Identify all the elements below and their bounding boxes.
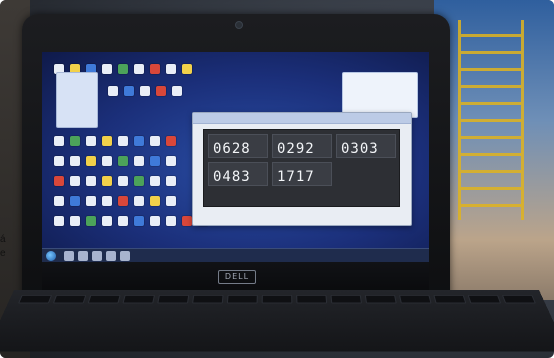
desktop-icon[interactable] xyxy=(166,176,176,186)
desktop-icon[interactable] xyxy=(118,136,128,146)
taskbar-app-icon[interactable] xyxy=(92,251,102,261)
desktop-icon[interactable] xyxy=(54,136,64,146)
counter-value: 0628 xyxy=(213,141,251,157)
side-text: á e xyxy=(0,233,6,261)
keyboard-key xyxy=(226,294,258,304)
side-text-line-2: e xyxy=(0,248,6,259)
keyboard-key xyxy=(296,294,328,304)
desktop-icon[interactable] xyxy=(86,176,96,186)
desktop-icon[interactable] xyxy=(118,216,128,226)
desktop-icon[interactable] xyxy=(54,216,64,226)
counter-panel: 0628 0292 0303 0483 1717 xyxy=(203,129,400,207)
desktop-icon[interactable] xyxy=(150,176,160,186)
keyboard-key xyxy=(157,294,190,304)
keyboard-key xyxy=(330,294,362,304)
desktop-icon[interactable] xyxy=(70,156,80,166)
desktop-icon[interactable] xyxy=(150,156,160,166)
photo-scene: 0628 0292 0303 0483 1717 DELL xyxy=(0,0,554,358)
desktop-icon[interactable] xyxy=(118,176,128,186)
desktop-icon[interactable] xyxy=(166,64,176,74)
keyboard-key xyxy=(433,294,467,304)
desktop-icon[interactable] xyxy=(150,64,160,74)
desktop-icon[interactable] xyxy=(124,86,134,96)
counter-box: 0628 xyxy=(208,134,268,158)
desktop-icon[interactable] xyxy=(150,196,160,206)
desktop-icon[interactable] xyxy=(70,176,80,186)
desktop-icon[interactable] xyxy=(54,176,64,186)
counter-box: 0303 xyxy=(336,134,396,158)
laptop-keyboard xyxy=(0,290,554,352)
desktop-icon[interactable] xyxy=(134,176,144,186)
counter-box: 1717 xyxy=(272,162,332,186)
desktop-icon[interactable] xyxy=(166,196,176,206)
desktop-icon[interactable] xyxy=(70,216,80,226)
desktop-icon[interactable] xyxy=(166,136,176,146)
keyboard-key xyxy=(399,294,432,304)
keyboard-key xyxy=(364,294,397,304)
taskbar xyxy=(42,248,429,262)
desktop-icon[interactable] xyxy=(102,156,112,166)
yellow-ladder xyxy=(458,20,524,220)
desktop-icon[interactable] xyxy=(140,86,150,96)
desktop-icon[interactable] xyxy=(86,156,96,166)
counter-value: 0292 xyxy=(277,141,315,157)
desktop-icon[interactable] xyxy=(86,136,96,146)
keyboard-key xyxy=(87,294,121,304)
desktop-icon[interactable] xyxy=(70,196,80,206)
desktop-icon[interactable] xyxy=(70,136,80,146)
counter-value: 1717 xyxy=(277,169,315,185)
desktop-icon[interactable] xyxy=(86,196,96,206)
desktop-icon[interactable] xyxy=(102,64,112,74)
desktop-icon[interactable] xyxy=(166,156,176,166)
screen-bezel-bottom: DELL xyxy=(42,262,429,292)
keyboard-key xyxy=(122,294,155,304)
keyboard-key xyxy=(467,294,502,304)
desktop-icon[interactable] xyxy=(134,64,144,74)
desktop-icon[interactable] xyxy=(134,196,144,206)
keyboard-key xyxy=(501,294,536,304)
taskbar-app-icon[interactable] xyxy=(64,251,74,261)
desktop-icon[interactable] xyxy=(102,176,112,186)
keyboard-key xyxy=(52,294,87,304)
desktop-icon[interactable] xyxy=(102,196,112,206)
webcam-icon xyxy=(235,21,243,29)
counter-value: 0483 xyxy=(213,169,251,185)
start-button[interactable] xyxy=(46,251,56,261)
laptop-screen: 0628 0292 0303 0483 1717 xyxy=(42,52,429,262)
app-window[interactable]: 0628 0292 0303 0483 1717 xyxy=(192,112,412,226)
desktop-icon[interactable] xyxy=(134,216,144,226)
desktop-icon[interactable] xyxy=(118,196,128,206)
keyboard-key xyxy=(192,294,224,304)
desktop-icon[interactable] xyxy=(102,136,112,146)
desktop-icon[interactable] xyxy=(118,156,128,166)
keyboard-key xyxy=(18,294,53,304)
desktop-icon[interactable] xyxy=(150,136,160,146)
window-titlebar[interactable] xyxy=(193,113,411,124)
desktop-icon[interactable] xyxy=(134,136,144,146)
keyboard-key xyxy=(261,294,293,304)
dell-logo: DELL xyxy=(218,270,256,284)
desktop-icon[interactable] xyxy=(172,86,182,96)
counter-box: 0483 xyxy=(208,162,268,186)
desktop-icon[interactable] xyxy=(54,196,64,206)
desktop-icon[interactable] xyxy=(118,64,128,74)
desktop-icon[interactable] xyxy=(166,216,176,226)
desktop-icon[interactable] xyxy=(182,216,192,226)
desktop-icon[interactable] xyxy=(108,86,118,96)
side-text-line-1: á xyxy=(0,234,6,245)
counter-box: 0292 xyxy=(272,134,332,158)
counter-value: 0303 xyxy=(341,141,379,157)
desktop-icon[interactable] xyxy=(150,216,160,226)
calendar-widget[interactable] xyxy=(56,72,98,128)
desktop-icon[interactable] xyxy=(182,64,192,74)
taskbar-app-icon[interactable] xyxy=(78,251,88,261)
desktop-icon[interactable] xyxy=(156,86,166,96)
desktop-icon[interactable] xyxy=(54,156,64,166)
desktop-icon[interactable] xyxy=(134,156,144,166)
desktop-icon[interactable] xyxy=(102,216,112,226)
desktop-icon[interactable] xyxy=(86,216,96,226)
taskbar-app-icon[interactable] xyxy=(120,251,130,261)
taskbar-app-icon[interactable] xyxy=(106,251,116,261)
laptop-lid: 0628 0292 0303 0483 1717 DELL xyxy=(22,14,450,319)
